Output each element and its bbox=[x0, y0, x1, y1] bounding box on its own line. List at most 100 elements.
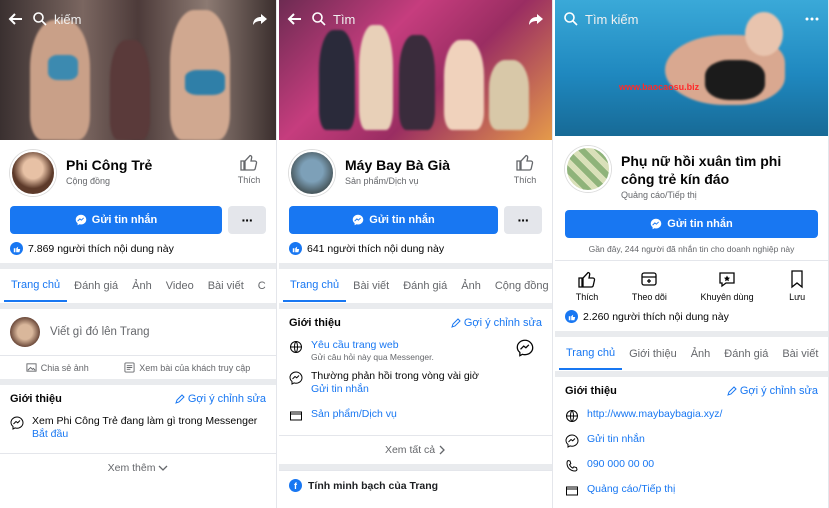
see-all-button[interactable]: Xem tất cả bbox=[279, 435, 552, 464]
more-dots-icon[interactable] bbox=[804, 11, 820, 27]
messenger-outline-icon bbox=[10, 416, 24, 430]
tab-reviews[interactable]: Đánh giá bbox=[396, 271, 454, 301]
phone-link[interactable]: 090 000 00 00 bbox=[587, 458, 654, 471]
visitor-posts-label: Xem bài của khách truy cập bbox=[139, 362, 251, 373]
tab-photos[interactable]: Ảnh bbox=[684, 339, 718, 369]
see-more-label: Xem thêm bbox=[107, 462, 156, 474]
send-message-button[interactable]: Gửi tin nhắn bbox=[289, 206, 498, 234]
page-name: Phi Công Trẻ bbox=[66, 157, 153, 173]
tab-about[interactable]: Giới thiệu bbox=[622, 339, 684, 369]
intro-title: Giới thiệu bbox=[10, 393, 62, 405]
page-category: Sản phẩm/Dịch vụ bbox=[345, 176, 419, 186]
tab-home[interactable]: Trang chủ bbox=[559, 338, 623, 370]
like-label: Thích bbox=[513, 175, 537, 185]
search-icon bbox=[33, 12, 47, 26]
suggest-edit-link[interactable]: Gợi ý chỉnh sửa bbox=[451, 317, 542, 329]
like-count-icon bbox=[10, 242, 23, 255]
globe-icon bbox=[566, 410, 578, 422]
page-avatar[interactable] bbox=[289, 150, 335, 196]
tab-community-cut[interactable]: C bbox=[251, 271, 273, 301]
messenger-icon bbox=[651, 218, 662, 230]
page-name: Phụ nữ hồi xuân tìm phi công trẻ kín đáo bbox=[621, 153, 782, 187]
tab-videos[interactable]: Video bbox=[159, 271, 201, 301]
send-message-button[interactable]: Gửi tin nhắn bbox=[10, 206, 222, 234]
save-action-button[interactable]: Lưu bbox=[787, 269, 807, 302]
like-action-label: Thích bbox=[575, 292, 599, 302]
send-message-button[interactable]: Gửi tin nhắn bbox=[565, 210, 818, 238]
search-bar[interactable]: kiếm bbox=[32, 11, 244, 27]
suggest-edit-label: Gợi ý chỉnh sửa bbox=[463, 317, 542, 329]
page-transparency-section[interactable]: f Tính minh bạch của Trang bbox=[279, 470, 552, 500]
pencil-icon bbox=[451, 318, 461, 328]
page-tabs: Trang chủ Giới thiệu Ảnh Đánh giá Bài vi… bbox=[555, 337, 828, 371]
suggest-edit-label: Gợi ý chỉnh sửa bbox=[739, 385, 818, 397]
like-page-button[interactable]: Thích bbox=[234, 152, 264, 185]
follow-action-button[interactable]: Theo dõi bbox=[632, 269, 667, 302]
suggest-edit-link[interactable]: Gợi ý chỉnh sửa bbox=[727, 385, 818, 397]
page-screenshot-may-bay-ba-gia: Tìm Máy Bay Bà Già Sản phẩm/Dịch vụ Thíc… bbox=[279, 0, 553, 508]
more-options-button[interactable]: ··· bbox=[504, 206, 542, 234]
see-more-button[interactable]: Xem thêm bbox=[0, 453, 276, 482]
pencil-icon bbox=[727, 386, 737, 396]
search-bar[interactable]: Tìm bbox=[311, 11, 520, 27]
globe-icon bbox=[290, 341, 302, 353]
product-category-link[interactable]: Sản phẩm/Dịch vụ bbox=[311, 408, 397, 421]
phone-icon bbox=[566, 459, 578, 472]
share-photo-button[interactable]: Chia sẻ ảnh bbox=[26, 362, 89, 373]
web-request-link[interactable]: Yêu cầu trang web bbox=[311, 339, 434, 352]
likes-count-text: 7.869 người thích nội dung này bbox=[28, 242, 174, 255]
website-link[interactable]: http://www.maybaybagia.xyz/ bbox=[587, 408, 722, 421]
send-message-link[interactable]: Gửi tin nhắn bbox=[311, 383, 479, 396]
search-bar[interactable]: Tìm kiếm bbox=[563, 11, 796, 27]
share-arrow-icon[interactable] bbox=[252, 11, 268, 27]
tab-home[interactable]: Trang chủ bbox=[4, 270, 68, 302]
compose-box[interactable]: Viết gì đó lên Trang bbox=[0, 309, 276, 355]
tab-photos[interactable]: Ảnh bbox=[454, 271, 488, 301]
send-message-label: Gửi tin nhắn bbox=[369, 214, 435, 226]
tab-reviews[interactable]: Đánh giá bbox=[67, 271, 125, 301]
follow-action-label: Theo dõi bbox=[631, 292, 667, 302]
tab-reviews[interactable]: Đánh giá bbox=[717, 339, 775, 369]
tab-posts[interactable]: Bài viết bbox=[201, 271, 251, 301]
like-label: Thích bbox=[237, 175, 261, 185]
page-category: Cộng đồng bbox=[66, 176, 111, 186]
tab-home[interactable]: Trang chủ bbox=[283, 270, 347, 302]
like-action-button[interactable]: Thích bbox=[575, 269, 599, 302]
like-page-button[interactable]: Thích bbox=[510, 152, 540, 185]
share-photo-label: Chia sẻ ảnh bbox=[40, 362, 89, 373]
thumbs-up-icon bbox=[240, 154, 258, 171]
suggest-edit-label: Gợi ý chỉnh sửa bbox=[187, 393, 266, 405]
recommend-action-label: Khuyên dùng bbox=[700, 292, 754, 302]
send-message-link[interactable]: Gửi tin nhắn bbox=[587, 433, 645, 446]
more-options-button[interactable]: ··· bbox=[228, 206, 266, 234]
tab-community[interactable]: Cộng đồng bbox=[488, 271, 552, 301]
send-message-label: Gửi tin nhắn bbox=[667, 218, 733, 230]
share-arrow-icon[interactable] bbox=[528, 11, 544, 27]
recommend-action-button[interactable]: Khuyên dùng bbox=[701, 269, 754, 302]
tab-posts[interactable]: Bài viết bbox=[775, 339, 825, 369]
page-tabs: Trang chủ Đánh giá Ảnh Video Bài viết C bbox=[0, 269, 276, 303]
back-arrow-icon[interactable] bbox=[287, 11, 303, 27]
tab-posts[interactable]: Bài viết bbox=[346, 271, 396, 301]
intro-title: Giới thiệu bbox=[565, 385, 617, 397]
page-name: Máy Bay Bà Già bbox=[345, 157, 451, 173]
page-tabs: Trang chủ Bài viết Đánh giá Ảnh Cộng đồn… bbox=[279, 269, 552, 303]
compose-placeholder: Viết gì đó lên Trang bbox=[50, 326, 150, 338]
search-text: Tìm kiếm bbox=[585, 11, 639, 27]
start-link[interactable]: Bắt đầu bbox=[32, 428, 257, 441]
transparency-label: Tính minh bạch của Trang bbox=[308, 479, 439, 492]
messenger-icon bbox=[75, 214, 87, 226]
page-screenshot-phu-nu-hoi-xuan: www.baocaosu.biz Tìm kiếm Phụ nữ hồi xuâ… bbox=[555, 0, 829, 508]
tab-photos[interactable]: Ảnh bbox=[125, 271, 159, 301]
page-avatar[interactable] bbox=[565, 146, 611, 192]
page-avatar[interactable] bbox=[10, 150, 56, 196]
visitor-posts-button[interactable]: Xem bài của khách truy cập bbox=[124, 362, 250, 373]
cover-photo: www.baocaosu.biz Tìm kiếm bbox=[555, 0, 828, 136]
messenger-icon bbox=[353, 214, 364, 226]
category-link[interactable]: Quảng cáo/Tiếp thị bbox=[587, 483, 675, 496]
back-arrow-icon[interactable] bbox=[8, 11, 24, 27]
follow-icon bbox=[641, 272, 658, 286]
suggest-edit-link[interactable]: Gợi ý chỉnh sửa bbox=[175, 393, 266, 405]
save-action-label: Lưu bbox=[789, 292, 806, 302]
messenger-outline-icon[interactable] bbox=[516, 339, 534, 357]
